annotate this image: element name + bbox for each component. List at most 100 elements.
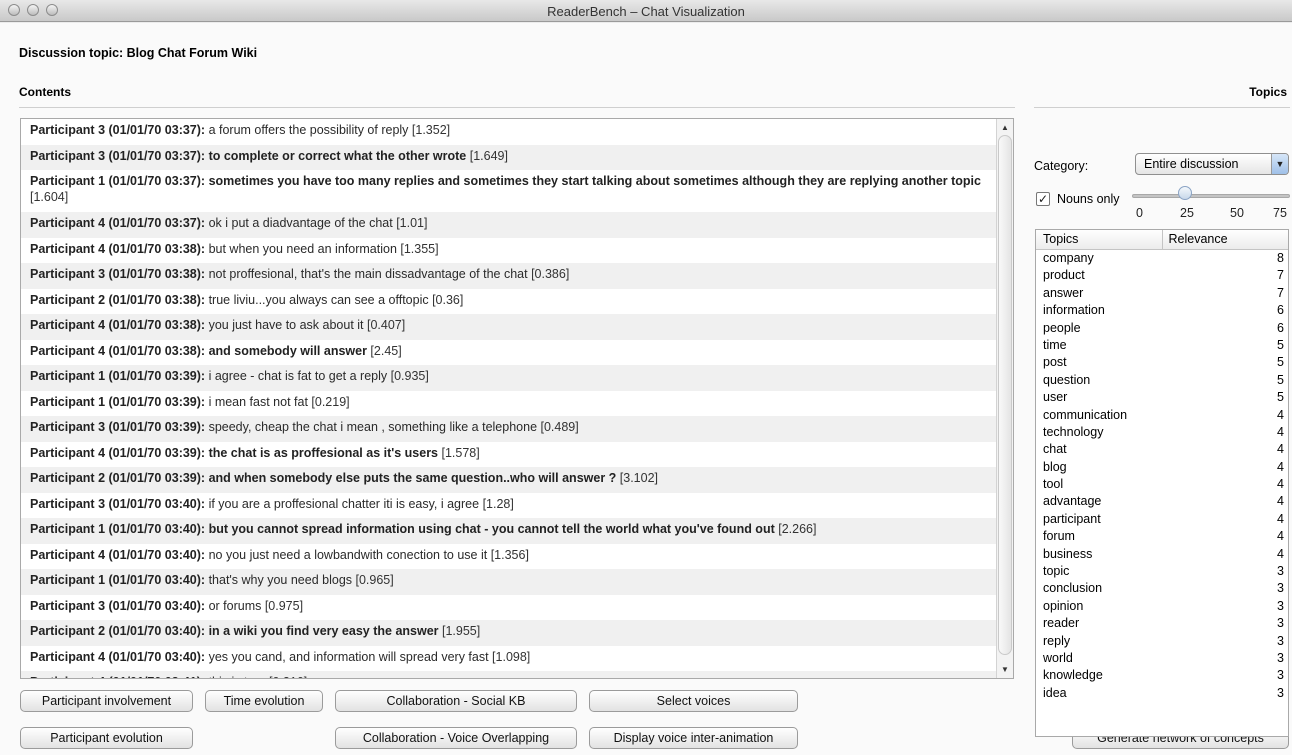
scroll-up-icon[interactable]: ▲ <box>997 121 1013 135</box>
chat-text: sometimes you have too many replies and … <box>205 174 981 188</box>
topic-row[interactable]: answer 7 <box>1036 285 1288 302</box>
topic-row[interactable]: tool 4 <box>1036 476 1288 493</box>
chat-speaker: Participant 3 (01/01/70 03:40): <box>30 496 206 511</box>
topic-row[interactable]: company 8 <box>1036 250 1288 267</box>
chat-score: [0.965] <box>352 573 394 587</box>
topic-row[interactable]: idea 3 <box>1036 685 1288 702</box>
select-voices-button[interactable]: Select voices <box>589 690 798 712</box>
chat-score: [0.386] <box>527 267 570 281</box>
chat-row[interactable]: Participant 4 (01/01/70 03:41): this is … <box>21 671 997 678</box>
chat-row[interactable]: Participant 4 (01/01/70 03:40): no you j… <box>21 544 997 570</box>
chat-row[interactable]: Participant 3 (01/01/70 03:37): to compl… <box>21 144 997 170</box>
collaboration-social-kb-button[interactable]: Collaboration - Social KB <box>335 690 577 712</box>
topic-row[interactable]: user 5 <box>1036 389 1288 406</box>
time-evolution-button[interactable]: Time evolution <box>205 690 323 712</box>
chat-speaker: Participant 4 (01/01/70 03:37): <box>30 216 206 230</box>
chat-row[interactable]: Participant 3 (01/01/70 03:38): not prof… <box>21 263 997 289</box>
display-voice-interanimation-button[interactable]: Display voice inter-animation <box>589 727 798 749</box>
chat-row[interactable]: Participant 3 (01/01/70 03:39): speedy, … <box>21 416 997 442</box>
topic-row[interactable]: chat 4 <box>1036 441 1288 458</box>
topic-row[interactable]: knowledge 3 <box>1036 667 1288 684</box>
chat-row[interactable]: Participant 2 (01/01/70 03:38): true liv… <box>21 289 997 315</box>
collaboration-voice-overlapping-button[interactable]: Collaboration - Voice Overlapping <box>335 727 577 749</box>
chat-speaker: Participant 4 (01/01/70 03:38): <box>30 241 206 256</box>
chat-row[interactable]: Participant 4 (01/01/70 03:39): the chat… <box>21 442 997 468</box>
scroll-down-icon[interactable]: ▼ <box>997 663 1013 677</box>
topic-relevance: 4 <box>1277 477 1284 492</box>
chat-row[interactable]: Participant 3 (01/01/70 03:37): a forum … <box>21 119 997 145</box>
topic-row[interactable]: people 6 <box>1036 320 1288 337</box>
topic-row[interactable]: business 4 <box>1036 546 1288 563</box>
chat-score: [1.352] <box>408 123 451 137</box>
nouns-only-checkbox[interactable]: ✓ <box>1036 192 1050 206</box>
topic-row[interactable]: question 5 <box>1036 372 1288 389</box>
topic-row[interactable]: information 6 <box>1036 302 1288 319</box>
chat-speaker: Participant 4 (01/01/70 03:39): <box>30 445 206 460</box>
threshold-slider-thumb[interactable] <box>1178 186 1192 200</box>
chat-list[interactable]: Participant 3 (01/01/70 03:37): a forum … <box>21 119 997 678</box>
topic-row[interactable]: advantage 4 <box>1036 493 1288 510</box>
chat-text: to complete or correct what the other wr… <box>205 148 467 163</box>
category-select-value: Entire discussion <box>1144 157 1239 171</box>
chat-row[interactable]: Participant 1 (01/01/70 03:37): sometime… <box>21 170 997 212</box>
chat-row[interactable]: Participant 1 (01/01/70 03:39): i mean f… <box>21 391 997 417</box>
participant-evolution-button[interactable]: Participant evolution <box>20 727 193 749</box>
chat-row[interactable]: Participant 4 (01/01/70 03:40): yes you … <box>21 646 997 672</box>
topics-table[interactable]: Topics Relevance company 8 product 7 answer 7… <box>1035 229 1289 737</box>
topic-row[interactable]: world 3 <box>1036 650 1288 667</box>
chat-row[interactable]: Participant 4 (01/01/70 03:38): you just… <box>21 314 997 340</box>
topic-relevance: 3 <box>1277 598 1284 613</box>
topic-row[interactable]: forum 4 <box>1036 528 1288 545</box>
chat-row[interactable]: Participant 3 (01/01/70 03:40): if you a… <box>21 493 997 519</box>
topics-column-header[interactable]: Topics <box>1036 230 1163 249</box>
topic-row[interactable]: product 7 <box>1036 267 1288 284</box>
topic-name: post <box>1043 355 1067 370</box>
chat-list-panel[interactable]: Participant 3 (01/01/70 03:37): a forum … <box>20 118 1014 679</box>
topic-row[interactable]: conclusion 3 <box>1036 580 1288 597</box>
topic-row[interactable]: technology 4 <box>1036 424 1288 441</box>
topic-row[interactable]: communication 4 <box>1036 407 1288 424</box>
topic-relevance: 5 <box>1277 355 1284 370</box>
slider-tick-0: 0 <box>1136 206 1143 220</box>
chat-row[interactable]: Participant 1 (01/01/70 03:40): that's w… <box>21 569 997 595</box>
scrollbar-thumb[interactable] <box>998 135 1012 655</box>
chat-score: [0.935] <box>387 369 429 383</box>
topic-row[interactable]: blog 4 <box>1036 459 1288 476</box>
window-title: ReaderBench – Chat Visualization <box>547 4 745 19</box>
topic-relevance: 3 <box>1277 685 1284 700</box>
chat-text: speedy, cheap the chat i mean , somethin… <box>205 420 538 434</box>
chat-speaker: Participant 4 (01/01/70 03:40): <box>30 547 206 562</box>
topic-row[interactable]: post 5 <box>1036 354 1288 371</box>
chat-row[interactable]: Participant 4 (01/01/70 03:38): and some… <box>21 340 997 366</box>
chat-speaker: Participant 4 (01/01/70 03:41): <box>30 675 205 678</box>
threshold-slider-track[interactable] <box>1132 194 1290 198</box>
topic-name: tool <box>1043 477 1064 492</box>
chat-row[interactable]: Participant 4 (01/01/70 03:38): but when… <box>21 238 997 264</box>
topic-row[interactable]: reader 3 <box>1036 615 1288 632</box>
chat-row[interactable]: Participant 3 (01/01/70 03:40): or forum… <box>21 595 997 621</box>
chat-row[interactable]: Participant 2 (01/01/70 03:39): and when… <box>21 467 997 493</box>
chat-row[interactable]: Participant 1 (01/01/70 03:39): i agree … <box>21 365 997 391</box>
category-select[interactable]: Entire discussion ▼ <box>1135 153 1289 175</box>
chat-row[interactable]: Participant 1 (01/01/70 03:40): but you … <box>21 518 997 544</box>
topic-name: time <box>1043 337 1067 352</box>
relevance-column-header[interactable]: Relevance <box>1163 230 1289 249</box>
topic-row[interactable]: participant 4 <box>1036 511 1288 528</box>
topic-row[interactable]: reply 3 <box>1036 633 1288 650</box>
chat-score: [0.407] <box>363 318 406 332</box>
chat-score: [0.219] <box>307 394 350 409</box>
chat-row[interactable]: Participant 4 (01/01/70 03:37): ok i put… <box>21 212 997 238</box>
chat-scrollbar[interactable]: ▲ ▼ <box>996 119 1013 678</box>
topic-row[interactable]: opinion 3 <box>1036 598 1288 615</box>
topic-row[interactable]: time 5 <box>1036 337 1288 354</box>
contents-label: Contents <box>19 85 71 99</box>
discussion-topic: Discussion topic: Blog Chat Forum Wiki <box>19 46 258 60</box>
chat-row[interactable]: Participant 2 (01/01/70 03:40): in a wik… <box>21 620 997 646</box>
topic-row[interactable]: topic 3 <box>1036 563 1288 580</box>
participant-involvement-button[interactable]: Participant involvement <box>20 690 193 712</box>
chat-text: but you cannot spread information using … <box>205 522 775 536</box>
topic-name: opinion <box>1043 598 1084 613</box>
topic-relevance: 3 <box>1277 650 1284 665</box>
chat-text: not proffesional, that's the main dissad… <box>205 267 528 281</box>
chat-speaker: Participant 3 (01/01/70 03:37): <box>30 148 206 163</box>
